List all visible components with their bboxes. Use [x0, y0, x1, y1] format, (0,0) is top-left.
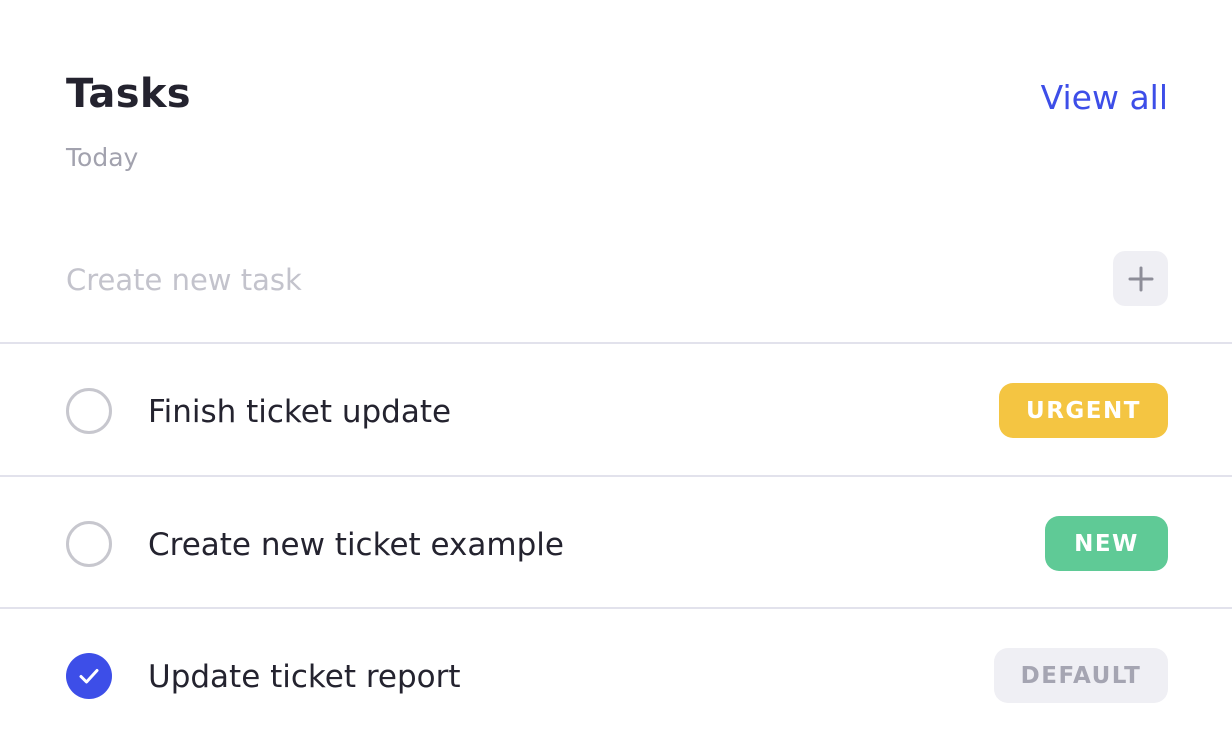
checkmark-icon — [79, 669, 99, 684]
new-badge: NEW — [1045, 516, 1168, 571]
task-checkbox[interactable] — [66, 653, 112, 699]
page-title: Tasks — [66, 71, 191, 117]
new-task-row — [0, 226, 1232, 343]
task-label: Create new ticket example — [148, 527, 564, 563]
task-row[interactable]: Update ticket report DEFAULT — [0, 609, 1232, 739]
tasks-header: Tasks Today View all — [66, 68, 1168, 178]
task-label: Finish ticket update — [148, 394, 452, 430]
tasks-card: Tasks Today View all Finish ticket updat… — [0, 0, 1232, 750]
task-row[interactable]: Create new ticket example NEW — [0, 477, 1232, 607]
task-checkbox[interactable] — [66, 388, 112, 434]
task-row[interactable]: Finish ticket update URGENT — [0, 344, 1232, 474]
add-task-button[interactable] — [1113, 251, 1168, 306]
new-task-input[interactable] — [66, 256, 966, 304]
task-label: Update ticket report — [148, 659, 461, 695]
urgent-badge: URGENT — [999, 383, 1168, 438]
task-checkbox[interactable] — [66, 521, 112, 567]
date-subtitle: Today — [66, 143, 139, 172]
view-all-link[interactable]: View all — [1041, 76, 1168, 120]
plus-icon — [1128, 266, 1153, 291]
default-badge: DEFAULT — [994, 648, 1168, 703]
